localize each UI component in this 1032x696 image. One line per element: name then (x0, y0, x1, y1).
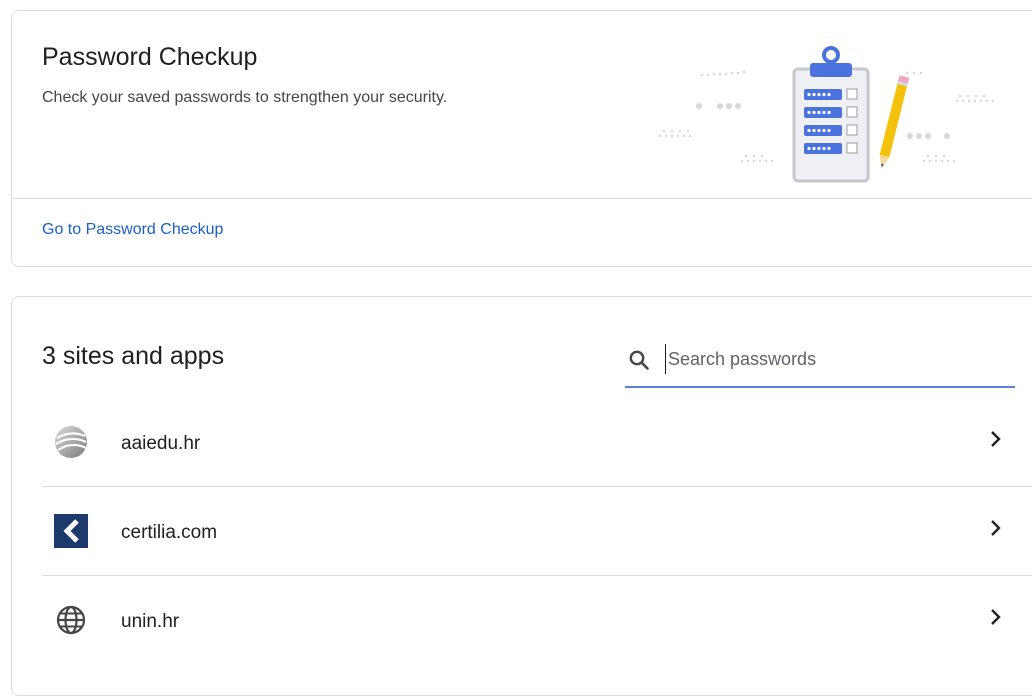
chevron-right-icon (991, 609, 1001, 625)
certilia-favicon-icon (54, 514, 88, 548)
aaiedu-favicon-icon (55, 426, 87, 458)
checkup-title: Password Checkup (42, 43, 258, 71)
chevron-right-icon (991, 431, 1001, 447)
checkup-description: Check your saved passwords to strengthen… (42, 89, 448, 106)
sites-count-title: 3 sites and apps (42, 342, 225, 370)
card-divider (12, 198, 1032, 199)
password-checkup-card: Password Checkup Check your saved passwo… (11, 10, 1032, 267)
site-row-unin[interactable]: unin.hr (42, 575, 1032, 663)
site-row-aaiedu[interactable]: aaiedu.hr (42, 397, 1032, 485)
search-box[interactable] (625, 332, 1015, 388)
search-icon (629, 350, 649, 370)
globe-icon (56, 605, 86, 635)
chevron-right-icon (991, 520, 1001, 536)
site-name: aaiedu.hr (121, 433, 201, 454)
search-passwords-input[interactable] (665, 344, 1005, 374)
site-name: unin.hr (121, 611, 180, 632)
saved-passwords-card: 3 sites and apps aaiedu.hr (11, 296, 1032, 696)
go-to-password-checkup-link[interactable]: Go to Password Checkup (42, 221, 223, 239)
password-checkup-illustration (658, 46, 995, 183)
site-name: certilia.com (121, 522, 218, 543)
site-row-certilia[interactable]: certilia.com (42, 486, 1032, 574)
